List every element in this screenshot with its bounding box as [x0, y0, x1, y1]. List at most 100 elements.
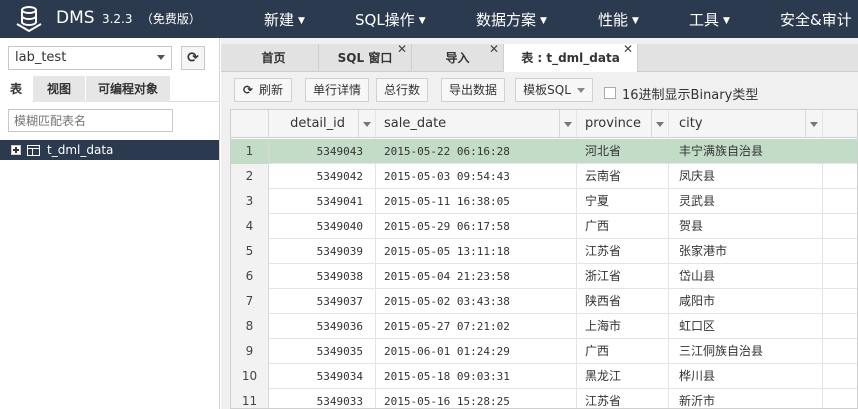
cell-sale-date[interactable]: 2015-05-04 21:23:58	[376, 264, 576, 289]
cell-city[interactable]: 新沂市	[669, 389, 857, 408]
database-select[interactable]: lab_test	[8, 46, 172, 70]
tab-views[interactable]: 视图	[33, 76, 85, 102]
cell-sale-date[interactable]: 2015-05-05 13:11:18	[376, 239, 576, 264]
cell-sale-date[interactable]: 2015-06-01 01:24:29	[376, 339, 576, 364]
tab-home[interactable]: 首页	[229, 44, 319, 72]
close-icon[interactable]: ✕	[623, 35, 633, 63]
table-row[interactable]: 2 5349042 2015-05-03 09:54:43 云南省 凤庆县	[231, 164, 857, 189]
cell-province[interactable]: 黑龙江	[577, 364, 668, 389]
column-header-detail-id[interactable]: detail_id	[269, 110, 376, 138]
table-row[interactable]: 11 5349033 2015-05-16 15:28:25 江苏省 新沂市	[231, 389, 857, 408]
cell-sale-date[interactable]: 2015-05-11 16:38:05	[376, 189, 576, 214]
table-row[interactable]: 10 5349034 2015-05-18 09:03:31 黑龙江 桦川县	[231, 364, 857, 389]
row-number-cell[interactable]: 3	[231, 189, 269, 214]
close-icon[interactable]: ✕	[489, 35, 499, 63]
refresh-button[interactable]: ⟳ 刷新	[234, 78, 292, 102]
menu-security-audit[interactable]: 安全&审计	[780, 9, 852, 30]
cell-detail-id[interactable]: 5349040	[269, 214, 375, 239]
export-data-button[interactable]: 导出数据	[441, 78, 505, 102]
cell-city[interactable]: 丰宁满族自治县	[669, 139, 857, 164]
row-number-cell[interactable]: 1	[231, 139, 269, 164]
cell-detail-id[interactable]: 5349043	[269, 139, 375, 164]
expand-icon[interactable]	[11, 145, 21, 155]
cell-city[interactable]: 桦川县	[669, 364, 857, 389]
column-header-city[interactable]: city	[669, 110, 823, 138]
menu-tools[interactable]: 工具 ▼	[689, 9, 730, 30]
row-number-cell[interactable]: 10	[231, 364, 269, 389]
cell-city[interactable]: 岱山县	[669, 264, 857, 289]
column-menu-icon[interactable]	[651, 110, 668, 137]
cell-sale-date[interactable]: 2015-05-27 07:21:02	[376, 314, 576, 339]
tab-sql-window[interactable]: SQL 窗口 ✕	[319, 42, 412, 72]
cell-detail-id[interactable]: 5349036	[269, 314, 375, 339]
row-number-cell[interactable]: 11	[231, 389, 269, 408]
tree-item-t-dml-data[interactable]: t_dml_data	[0, 140, 219, 160]
cell-sale-date[interactable]: 2015-05-16 15:28:25	[376, 389, 576, 408]
cell-province[interactable]: 河北省	[577, 139, 668, 164]
row-number-cell[interactable]: 5	[231, 239, 269, 264]
template-sql-dropdown[interactable]: 模板SQL	[515, 78, 593, 102]
row-number-cell[interactable]: 9	[231, 339, 269, 364]
table-row[interactable]: 9 5349035 2015-06-01 01:24:29 广西 三江侗族自治县	[231, 339, 857, 364]
tab-import[interactable]: 导入 ✕	[412, 42, 504, 72]
tab-table-t-dml-data[interactable]: 表 : t_dml_data ✕	[504, 42, 638, 73]
menu-new[interactable]: 新建 ▼	[264, 9, 305, 30]
table-row[interactable]: 3 5349041 2015-05-11 16:38:05 宁夏 灵武县	[231, 189, 857, 214]
table-row[interactable]: 7 5349037 2015-05-02 03:43:38 陕西省 咸阳市	[231, 289, 857, 314]
cell-city[interactable]: 咸阳市	[669, 289, 857, 314]
row-number-cell[interactable]: 2	[231, 164, 269, 189]
cell-city[interactable]: 灵武县	[669, 189, 857, 214]
table-filter-input[interactable]	[8, 109, 173, 132]
table-row[interactable]: 8 5349036 2015-05-27 07:21:02 上海市 虹口区	[231, 314, 857, 339]
menu-data-plan[interactable]: 数据方案 ▼	[476, 9, 547, 30]
cell-province[interactable]: 上海市	[577, 314, 668, 339]
tab-tables[interactable]: 表	[0, 76, 32, 102]
row-count-button[interactable]: 总行数	[376, 78, 428, 102]
cell-city[interactable]: 凤庆县	[669, 164, 857, 189]
cell-city[interactable]: 三江侗族自治县	[669, 339, 857, 364]
row-number-cell[interactable]: 8	[231, 314, 269, 339]
column-header-province[interactable]: province	[577, 110, 669, 138]
menu-sql-ops[interactable]: SQL操作 ▼	[355, 9, 426, 30]
cell-province[interactable]: 云南省	[577, 164, 668, 189]
row-number-cell[interactable]: 4	[231, 214, 269, 239]
cell-province[interactable]: 广西	[577, 339, 668, 364]
close-icon[interactable]: ✕	[397, 35, 407, 63]
table-row[interactable]: 5 5349039 2015-05-05 13:11:18 江苏省 张家港市	[231, 239, 857, 264]
table-row[interactable]: 1 5349043 2015-05-22 06:16:28 河北省 丰宁满族自治县	[231, 139, 857, 164]
tab-programmable-objects[interactable]: 可编程对象	[86, 76, 170, 102]
table-row[interactable]: 4 5349040 2015-05-29 06:17:58 广西 贺县	[231, 214, 857, 239]
cell-province[interactable]: 江苏省	[577, 389, 668, 408]
cell-sale-date[interactable]: 2015-05-22 06:16:28	[376, 139, 576, 164]
cell-province[interactable]: 广西	[577, 214, 668, 239]
cell-province[interactable]: 陕西省	[577, 289, 668, 314]
column-menu-icon[interactable]	[559, 110, 576, 137]
cell-province[interactable]: 浙江省	[577, 264, 668, 289]
cell-detail-id[interactable]: 5349038	[269, 264, 375, 289]
binary-hex-checkbox[interactable]	[604, 87, 616, 99]
cell-detail-id[interactable]: 5349041	[269, 189, 375, 214]
refresh-objects-button[interactable]: ⟳	[181, 46, 205, 70]
column-menu-icon[interactable]	[805, 110, 822, 137]
cell-city[interactable]: 虹口区	[669, 314, 857, 339]
cell-sale-date[interactable]: 2015-05-29 06:17:58	[376, 214, 576, 239]
cell-detail-id[interactable]: 5349033	[269, 389, 375, 408]
column-menu-icon[interactable]	[358, 110, 375, 137]
row-number-cell[interactable]: 6	[231, 264, 269, 289]
row-detail-button[interactable]: 单行详情	[305, 78, 369, 102]
table-row[interactable]: 6 5349038 2015-05-04 21:23:58 浙江省 岱山县	[231, 264, 857, 289]
cell-sale-date[interactable]: 2015-05-02 03:43:38	[376, 289, 576, 314]
column-header-sale-date[interactable]: sale_date	[376, 110, 577, 138]
cell-city[interactable]: 张家港市	[669, 239, 857, 264]
cell-detail-id[interactable]: 5349039	[269, 239, 375, 264]
cell-province[interactable]: 江苏省	[577, 239, 668, 264]
cell-detail-id[interactable]: 5349042	[269, 164, 375, 189]
menu-performance[interactable]: 性能 ▼	[598, 9, 639, 30]
cell-detail-id[interactable]: 5349037	[269, 289, 375, 314]
cell-sale-date[interactable]: 2015-05-18 09:03:31	[376, 364, 576, 389]
cell-city[interactable]: 贺县	[669, 214, 857, 239]
cell-detail-id[interactable]: 5349034	[269, 364, 375, 389]
cell-sale-date[interactable]: 2015-05-03 09:54:43	[376, 164, 576, 189]
cell-detail-id[interactable]: 5349035	[269, 339, 375, 364]
row-number-cell[interactable]: 7	[231, 289, 269, 314]
